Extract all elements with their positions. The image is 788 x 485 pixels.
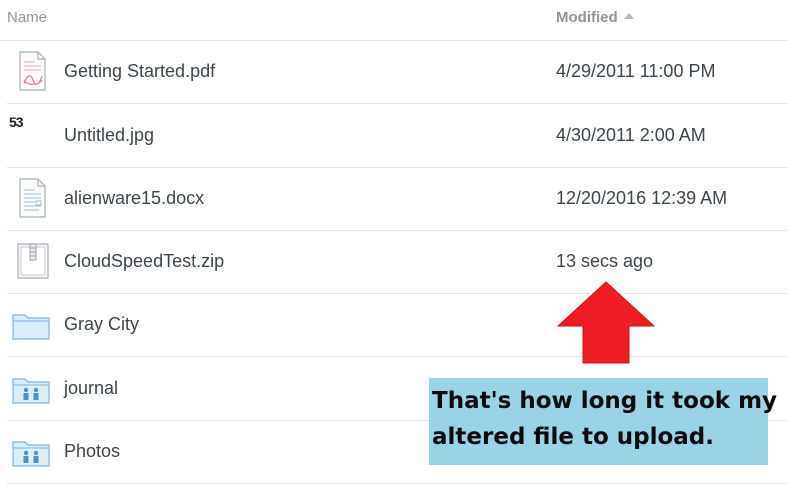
file-row[interactable]: alienware15.docx 12/20/2016 12:39 AM xyxy=(7,167,788,231)
file-name[interactable]: Photos xyxy=(64,441,120,462)
modified-column-header[interactable]: Modified xyxy=(556,9,634,26)
file-name[interactable]: Untitled.jpg xyxy=(64,125,154,146)
file-name[interactable]: alienware15.docx xyxy=(64,188,204,209)
red-up-arrow-annotation xyxy=(557,281,655,364)
pdf-file-icon xyxy=(19,51,46,91)
sort-ascending-icon xyxy=(623,13,634,20)
file-name[interactable]: journal xyxy=(64,378,118,399)
file-name[interactable]: CloudSpeedTest.zip xyxy=(64,251,224,272)
file-list-header: Name Modified xyxy=(0,0,788,41)
arrow-shape xyxy=(557,281,655,364)
modified-column-label: Modified xyxy=(556,9,618,26)
file-row[interactable]: CloudSpeedTest.zip 13 secs ago xyxy=(7,230,788,294)
file-modified: 4/30/2011 2:00 AM xyxy=(556,125,706,145)
name-column-header[interactable]: Name xyxy=(7,9,47,26)
file-row[interactable]: Getting Started.pdf 4/29/2011 11:00 PM xyxy=(7,40,788,104)
document-file-icon xyxy=(19,178,46,218)
shared-folder-icon xyxy=(12,378,50,404)
annotation-callout: That's how long it took my altered file … xyxy=(429,378,778,465)
folder-icon xyxy=(12,314,50,340)
file-modified: 4/29/2011 11:00 PM xyxy=(556,61,716,81)
zip-file-icon xyxy=(17,243,49,279)
file-name[interactable]: Gray City xyxy=(64,314,139,335)
annotation-line-1: That's how long it took my xyxy=(432,388,778,414)
file-modified: 13 secs ago xyxy=(556,251,654,271)
file-modified: 12/20/2016 12:39 AM xyxy=(556,188,728,208)
shared-folder-icon xyxy=(12,441,50,467)
image-thumbnail-icon: 53 xyxy=(9,114,24,130)
file-name[interactable]: Getting Started.pdf xyxy=(64,61,215,82)
file-row[interactable]: Gray City xyxy=(7,293,788,357)
file-row[interactable]: 53 Untitled.jpg 4/30/2011 2:00 AM xyxy=(7,104,788,168)
annotation-line-2: altered file to upload. xyxy=(432,424,714,450)
